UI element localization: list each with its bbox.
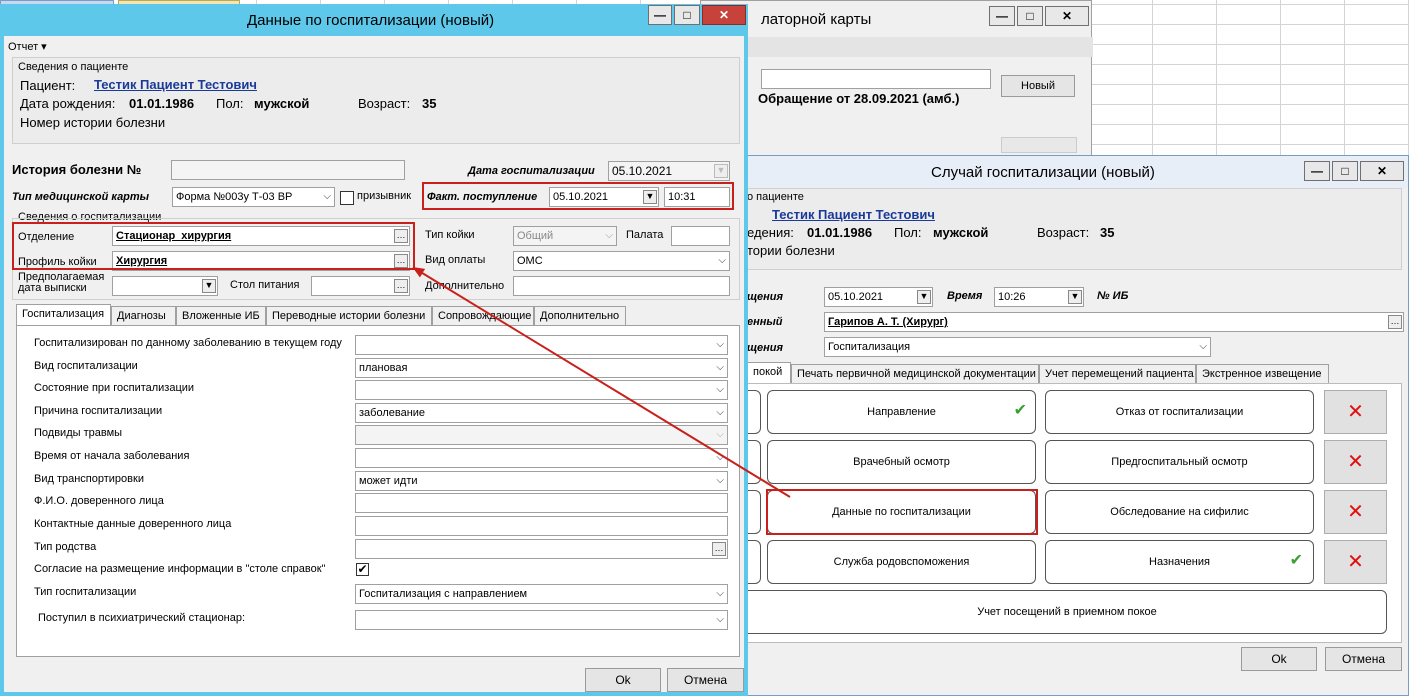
annotation-arrow — [412, 266, 791, 498]
arrow-line — [412, 266, 791, 498]
